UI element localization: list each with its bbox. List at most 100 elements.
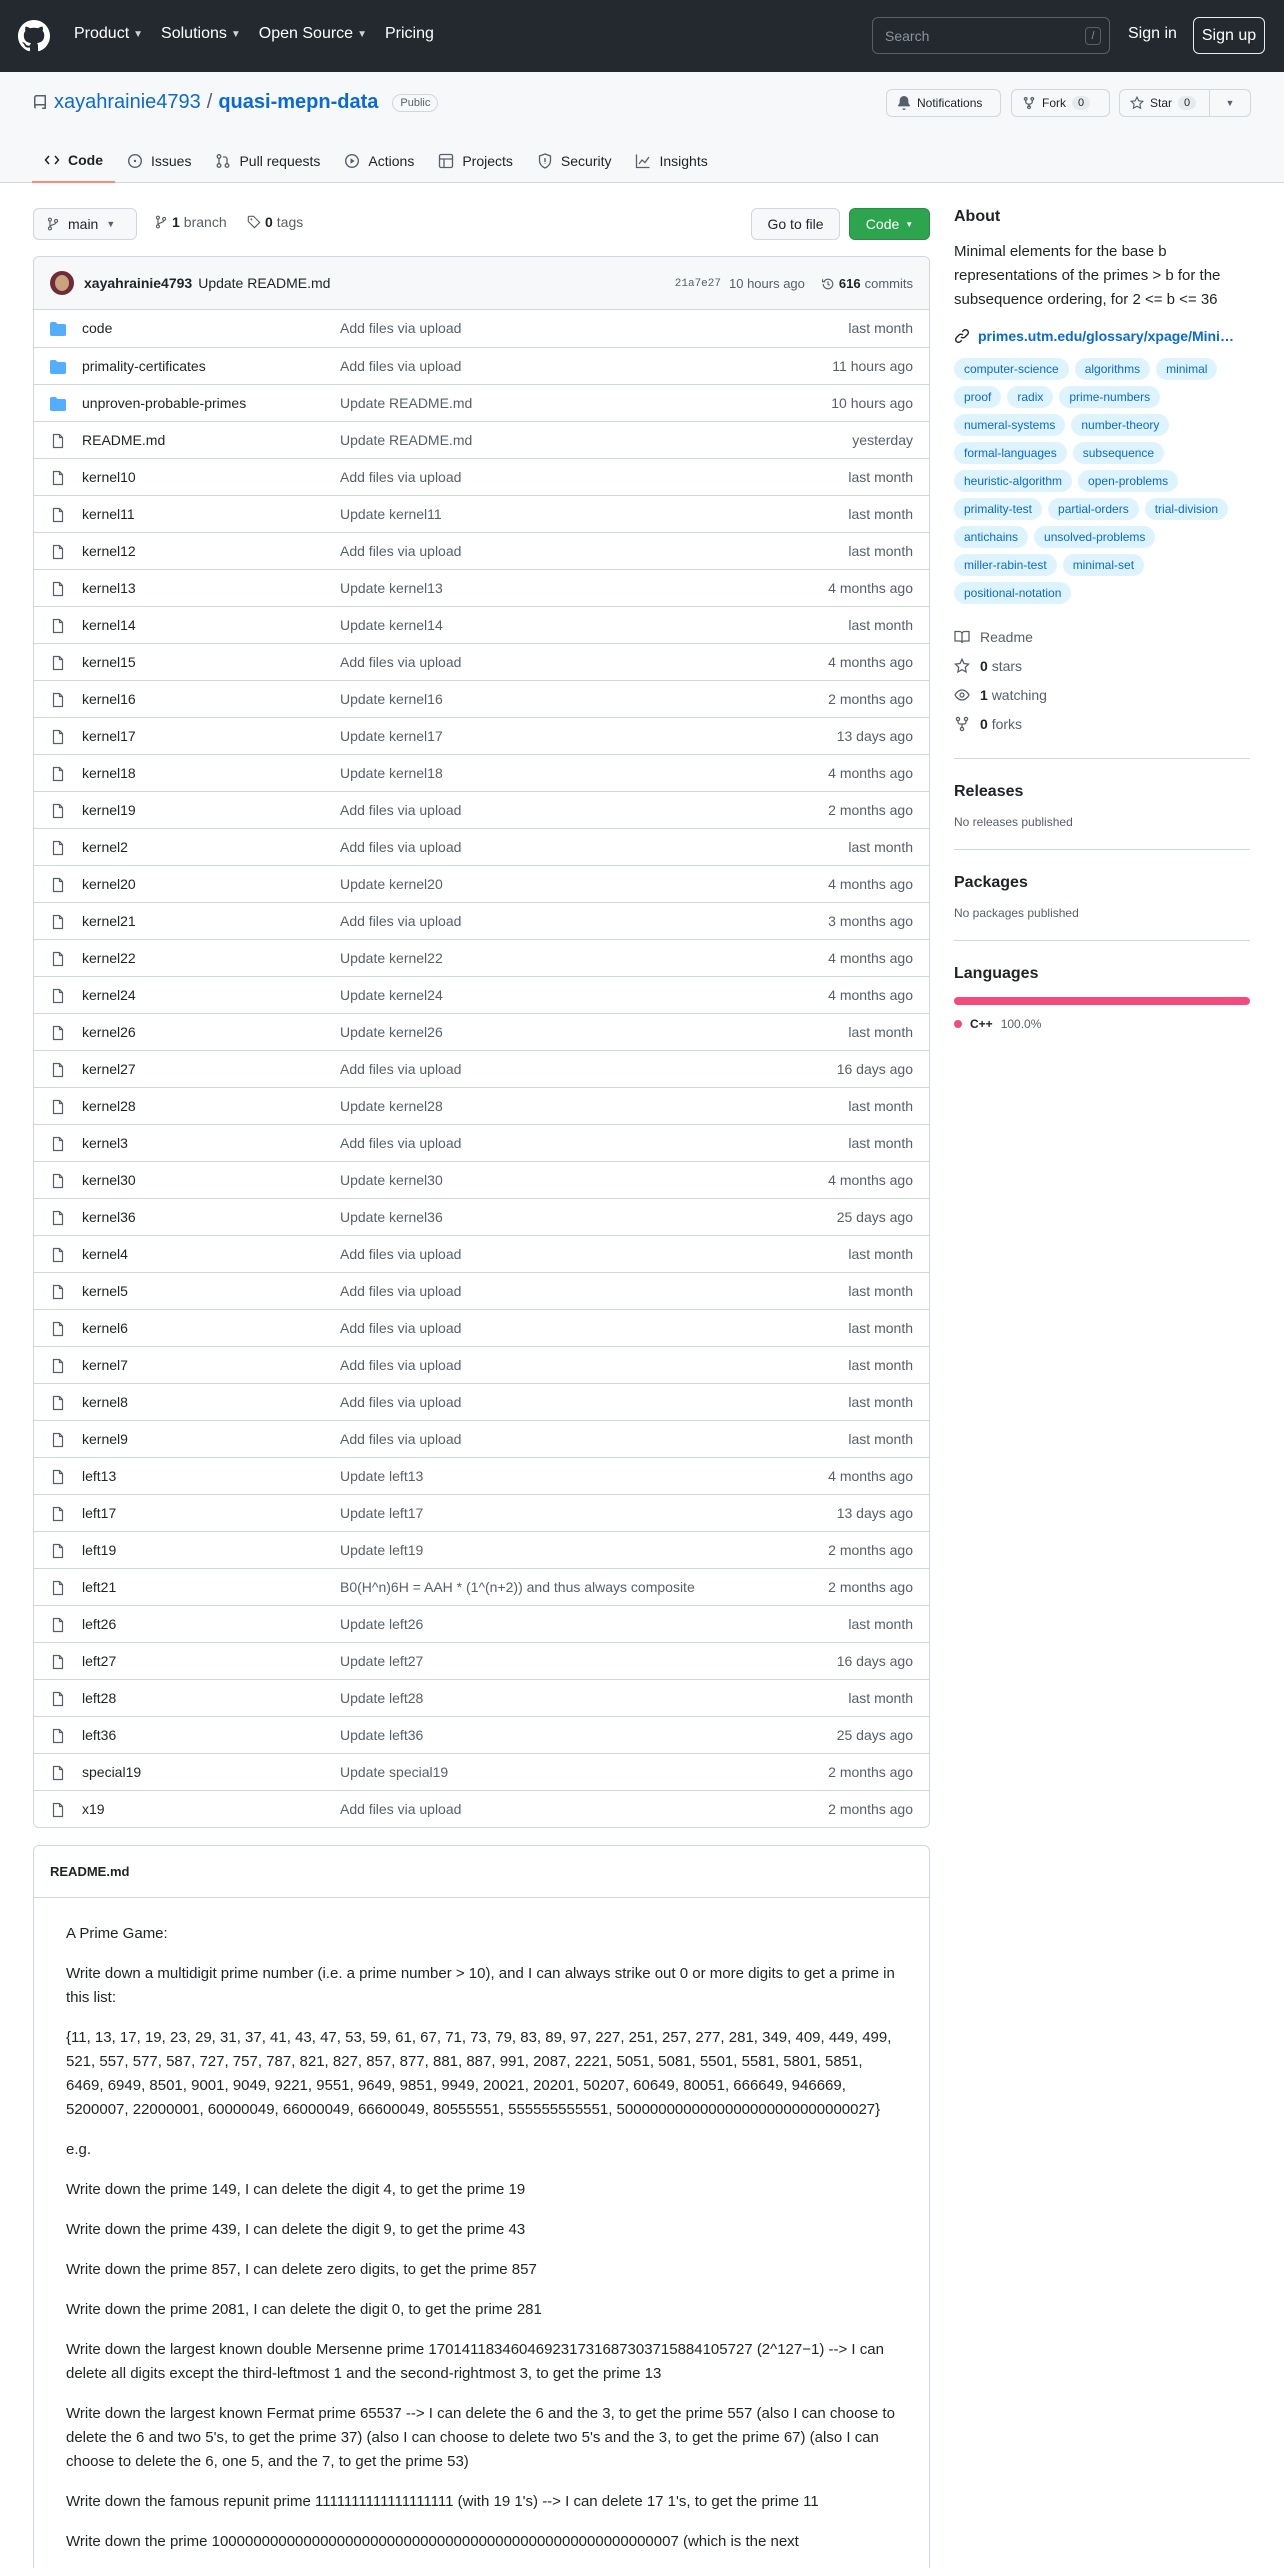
file-name-link[interactable]: left19 xyxy=(82,1542,116,1558)
topic-tag[interactable]: heuristic-algorithm xyxy=(954,470,1073,492)
file-commit-message-link[interactable]: Add files via upload xyxy=(340,358,461,374)
file-name-link[interactable]: left28 xyxy=(82,1690,116,1706)
repo-owner-link[interactable]: xayahrainie4793 xyxy=(54,91,201,114)
file-commit-message-link[interactable]: Add files via upload xyxy=(340,469,461,485)
topic-tag[interactable]: antichains xyxy=(954,526,1029,548)
file-commit-message-link[interactable]: Add files via upload xyxy=(340,839,461,855)
file-commit-message-link[interactable]: Update left26 xyxy=(340,1616,423,1632)
file-commit-message-link[interactable]: Add files via upload xyxy=(340,1801,461,1817)
topic-tag[interactable]: prime-numbers xyxy=(1059,386,1161,408)
file-name-link[interactable]: unproven-probable-primes xyxy=(82,395,246,411)
star-button[interactable]: Star 0 xyxy=(1119,89,1210,117)
topic-tag[interactable]: algorithms xyxy=(1074,358,1151,380)
topic-tag[interactable]: subsequence xyxy=(1072,442,1165,464)
topic-tag[interactable]: computer-science xyxy=(954,358,1069,380)
file-name-link[interactable]: kernel14 xyxy=(82,617,136,633)
fork-button[interactable]: Fork 0 xyxy=(1011,89,1110,117)
file-commit-message-link[interactable]: Update left13 xyxy=(340,1468,423,1484)
file-name-link[interactable]: left27 xyxy=(82,1653,116,1669)
file-commit-message-link[interactable]: Update left27 xyxy=(340,1653,423,1669)
file-name-link[interactable]: kernel12 xyxy=(82,543,136,559)
file-name-link[interactable]: kernel36 xyxy=(82,1209,136,1225)
github-logo-icon[interactable] xyxy=(18,20,50,52)
file-name-link[interactable]: kernel10 xyxy=(82,469,136,485)
file-commit-message-link[interactable]: Add files via upload xyxy=(340,543,461,559)
sign-up-button[interactable]: Sign up xyxy=(1193,17,1265,54)
file-name-link[interactable]: kernel13 xyxy=(82,580,136,596)
file-name-link[interactable]: kernel7 xyxy=(82,1357,128,1373)
stars-link[interactable]: 0 stars xyxy=(954,651,1250,680)
file-commit-message-link[interactable]: Add files via upload xyxy=(340,1246,461,1262)
forks-link[interactable]: 0 forks xyxy=(954,709,1250,738)
topic-tag[interactable]: radix xyxy=(1007,386,1054,408)
file-name-link[interactable]: left13 xyxy=(82,1468,116,1484)
tab-issues[interactable]: Issues xyxy=(115,139,203,183)
topic-tag[interactable]: minimal xyxy=(1156,358,1218,380)
file-name-link[interactable]: kernel9 xyxy=(82,1431,128,1447)
sign-in-link[interactable]: Sign in xyxy=(1128,25,1177,43)
file-commit-message-link[interactable]: Update kernel26 xyxy=(340,1024,443,1040)
nav-solutions[interactable]: Solutions ▼ xyxy=(161,25,241,43)
file-name-link[interactable]: kernel26 xyxy=(82,1024,136,1040)
search-input[interactable]: Search / xyxy=(872,17,1110,54)
file-name-link[interactable]: kernel30 xyxy=(82,1172,136,1188)
topic-tag[interactable]: proof xyxy=(954,386,1002,408)
packages-heading[interactable]: Packages xyxy=(954,874,1250,892)
file-commit-message-link[interactable]: Add files via upload xyxy=(340,1394,461,1410)
file-name-link[interactable]: kernel17 xyxy=(82,728,136,744)
file-commit-message-link[interactable]: Update kernel20 xyxy=(340,876,443,892)
file-commit-message-link[interactable]: Update kernel30 xyxy=(340,1172,443,1188)
file-name-link[interactable]: kernel8 xyxy=(82,1394,128,1410)
repo-name-link[interactable]: quasi-mepn-data xyxy=(218,91,378,114)
file-commit-message-link[interactable]: Add files via upload xyxy=(340,1061,461,1077)
file-name-link[interactable]: kernel19 xyxy=(82,802,136,818)
file-commit-message-link[interactable]: Update kernel17 xyxy=(340,728,443,744)
file-commit-message-link[interactable]: Add files via upload xyxy=(340,1320,461,1336)
commit-author-link[interactable]: xayahrainie4793 xyxy=(84,275,192,291)
file-name-link[interactable]: kernel5 xyxy=(82,1283,128,1299)
tab-code[interactable]: Code xyxy=(32,139,115,183)
file-commit-message-link[interactable]: Update left17 xyxy=(340,1505,423,1521)
tab-security[interactable]: Security xyxy=(525,139,624,183)
avatar[interactable] xyxy=(50,271,74,295)
tab-actions[interactable]: Actions xyxy=(332,139,426,183)
file-name-link[interactable]: primality-certificates xyxy=(82,358,206,374)
file-name-link[interactable]: kernel24 xyxy=(82,987,136,1003)
topic-tag[interactable]: open-problems xyxy=(1078,470,1179,492)
file-commit-message-link[interactable]: Add files via upload xyxy=(340,1283,461,1299)
file-commit-message-link[interactable]: B0(H^n)6H = AAH * (1^(n+2)) and thus alw… xyxy=(340,1579,695,1595)
file-commit-message-link[interactable]: Update left19 xyxy=(340,1542,423,1558)
file-commit-message-link[interactable]: Update kernel36 xyxy=(340,1209,443,1225)
file-name-link[interactable]: kernel21 xyxy=(82,913,136,929)
nav-pricing[interactable]: Pricing xyxy=(385,25,434,43)
file-commit-message-link[interactable]: Update README.md xyxy=(340,395,472,411)
file-commit-message-link[interactable]: Update left28 xyxy=(340,1690,423,1706)
go-to-file-button[interactable]: Go to file xyxy=(751,208,840,240)
file-name-link[interactable]: left17 xyxy=(82,1505,116,1521)
file-commit-message-link[interactable]: Update kernel13 xyxy=(340,580,443,596)
file-commit-message-link[interactable]: Update kernel22 xyxy=(340,950,443,966)
file-commit-message-link[interactable]: Update special19 xyxy=(340,1764,448,1780)
tags-link[interactable]: 0 tags xyxy=(247,214,303,230)
tab-projects[interactable]: Projects xyxy=(426,139,525,183)
file-commit-message-link[interactable]: Add files via upload xyxy=(340,802,461,818)
commits-link[interactable]: 616 commits xyxy=(821,276,913,291)
topic-tag[interactable]: partial-orders xyxy=(1048,498,1139,520)
readme-link[interactable]: Readme xyxy=(954,622,1250,651)
file-name-link[interactable]: code xyxy=(82,320,112,336)
file-commit-message-link[interactable]: Update kernel11 xyxy=(340,506,442,522)
commit-sha-link[interactable]: 21a7e27 xyxy=(675,278,721,290)
file-name-link[interactable]: left36 xyxy=(82,1727,116,1743)
code-dropdown-button[interactable]: Code ▼ xyxy=(849,208,930,240)
watchers-link[interactable]: 1 watching xyxy=(954,680,1250,709)
file-commit-message-link[interactable]: Add files via upload xyxy=(340,654,461,670)
file-name-link[interactable]: left21 xyxy=(82,1579,116,1595)
topic-tag[interactable]: miller-rabin-test xyxy=(954,554,1057,576)
readme-title[interactable]: README.md xyxy=(50,1864,129,1879)
topic-tag[interactable]: primality-test xyxy=(954,498,1043,520)
topic-tag[interactable]: minimal-set xyxy=(1062,554,1145,576)
language-item-cpp[interactable]: C++ 100.0% xyxy=(954,1017,1250,1031)
tab-insights[interactable]: Insights xyxy=(623,139,719,183)
notifications-button[interactable]: Notifications xyxy=(886,89,1001,117)
file-name-link[interactable]: special19 xyxy=(82,1764,141,1780)
